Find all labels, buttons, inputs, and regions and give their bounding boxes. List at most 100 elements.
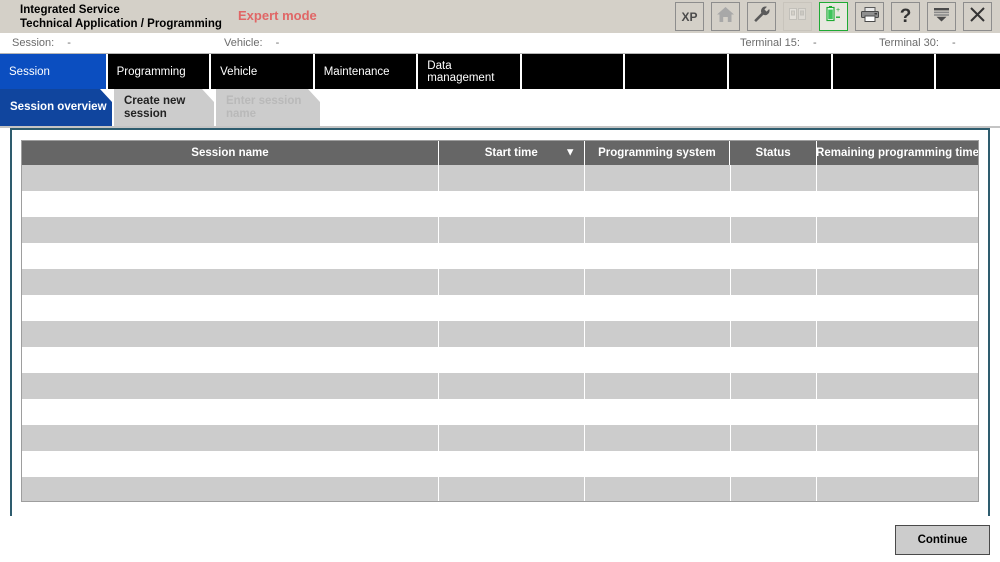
table-cell — [731, 399, 818, 425]
close-button[interactable] — [963, 2, 992, 31]
table-row[interactable] — [22, 425, 978, 451]
session-status-value: - — [67, 37, 71, 49]
table-row[interactable] — [22, 321, 978, 347]
nav-tab-session-label: Session — [9, 65, 50, 78]
terminal30-label: Terminal 30: — [879, 37, 939, 49]
column-header-start-time[interactable]: Start time ▼ — [439, 141, 585, 165]
table-row[interactable] — [22, 191, 978, 217]
collapse-button[interactable] — [927, 2, 956, 31]
wrench-icon — [752, 5, 771, 29]
nav-tab-vehicle-label: Vehicle — [220, 65, 258, 78]
table-row[interactable] — [22, 451, 978, 477]
table-row[interactable] — [22, 477, 978, 501]
table-cell — [439, 295, 585, 321]
status-bar: Session: - Vehicle: - Terminal 15: - Ter… — [0, 34, 1000, 54]
sort-descending-icon[interactable]: ▼ — [565, 147, 576, 159]
nav-tab-session[interactable]: Session — [0, 54, 108, 89]
table-row[interactable] — [22, 165, 978, 191]
table-cell — [439, 451, 585, 477]
session-table: Session name Start time ▼ Programming sy… — [21, 140, 979, 502]
home-icon — [716, 6, 735, 28]
table-row[interactable] — [22, 373, 978, 399]
nav-tab-empty-2[interactable] — [625, 54, 730, 89]
content-panel-inner: Session name Start time ▼ Programming sy… — [16, 134, 984, 550]
table-cell — [22, 451, 440, 477]
content-panel: Session name Start time ▼ Programming sy… — [10, 128, 990, 552]
table-cell — [817, 269, 978, 295]
table-cell — [439, 243, 585, 269]
column-header-remaining-time[interactable]: Remaining programming time — [816, 141, 979, 165]
toolbar: XP + ? — [675, 2, 992, 31]
table-cell — [731, 165, 818, 191]
vehicle-status-label: Vehicle: — [224, 37, 263, 49]
nav-tab-empty-4[interactable] — [832, 54, 937, 89]
column-header-status[interactable]: Status — [730, 141, 818, 165]
nav-tab-maintenance[interactable]: Maintenance — [314, 54, 419, 89]
nav-tab-data-management[interactable]: Data management — [418, 54, 522, 89]
table-cell — [817, 191, 978, 217]
column-header-programming-system[interactable]: Programming system — [585, 141, 731, 165]
table-cell — [731, 217, 818, 243]
table-cell — [817, 347, 978, 373]
table-row[interactable] — [22, 269, 978, 295]
table-cell — [817, 477, 978, 501]
home-button[interactable] — [711, 2, 740, 31]
table-cell — [439, 373, 585, 399]
help-button[interactable]: ? — [891, 2, 920, 31]
table-row[interactable] — [22, 243, 978, 269]
session-table-header: Session name Start time ▼ Programming sy… — [22, 141, 978, 165]
table-cell — [817, 321, 978, 347]
subtab-create-new-session[interactable]: Create new session — [114, 89, 214, 126]
table-row[interactable] — [22, 217, 978, 243]
table-cell — [817, 243, 978, 269]
table-cell — [22, 217, 440, 243]
session-status-label: Session: — [12, 37, 55, 49]
nav-tab-programming[interactable]: Programming — [107, 54, 212, 89]
application-title: Integrated Service Technical Application… — [20, 3, 222, 31]
table-cell — [22, 347, 440, 373]
table-cell — [585, 399, 731, 425]
nav-tab-empty-5[interactable] — [936, 54, 1000, 89]
table-row[interactable] — [22, 295, 978, 321]
table-cell — [22, 191, 440, 217]
sub-navigation: Session overview Create new session Ente… — [0, 89, 1000, 126]
table-cell — [585, 217, 731, 243]
table-row[interactable] — [22, 347, 978, 373]
footer-bar: Continue — [0, 516, 1000, 562]
table-cell — [585, 347, 731, 373]
table-cell — [439, 477, 585, 501]
table-cell — [585, 191, 731, 217]
table-cell — [731, 191, 818, 217]
table-cell — [22, 399, 440, 425]
table-cell — [439, 191, 585, 217]
svg-text:+: + — [836, 7, 840, 14]
table-cell — [22, 165, 440, 191]
column-header-session-name[interactable]: Session name — [22, 141, 439, 165]
table-cell — [22, 295, 440, 321]
table-cell — [585, 243, 731, 269]
table-cell — [731, 425, 818, 451]
column-header-programming-system-label: Programming system — [598, 147, 716, 159]
column-header-remaining-time-label: Remaining programming time — [816, 147, 979, 159]
table-cell — [22, 373, 440, 399]
print-button[interactable] — [855, 2, 884, 31]
nav-tab-empty-1[interactable] — [521, 54, 626, 89]
nav-tab-vehicle[interactable]: Vehicle — [211, 54, 315, 89]
table-cell — [439, 321, 585, 347]
xp-button[interactable]: XP — [675, 2, 704, 31]
session-table-body — [22, 165, 978, 501]
subtab-enter-session-name: Enter session name — [216, 89, 320, 126]
subtab-session-overview[interactable]: Session overview — [0, 89, 112, 126]
settings-wrench-button[interactable] — [747, 2, 776, 31]
table-cell — [585, 269, 731, 295]
continue-button[interactable]: Continue — [895, 525, 990, 555]
battery-status-button[interactable]: + — [819, 2, 848, 31]
nav-tab-data-management-label: Data management — [427, 59, 495, 84]
nav-tab-empty-3[interactable] — [729, 54, 833, 89]
help-icon: ? — [899, 6, 912, 27]
table-cell — [731, 269, 818, 295]
table-cell — [439, 399, 585, 425]
table-row[interactable] — [22, 399, 978, 425]
table-cell — [22, 321, 440, 347]
column-header-start-time-label: Start time — [484, 147, 538, 159]
